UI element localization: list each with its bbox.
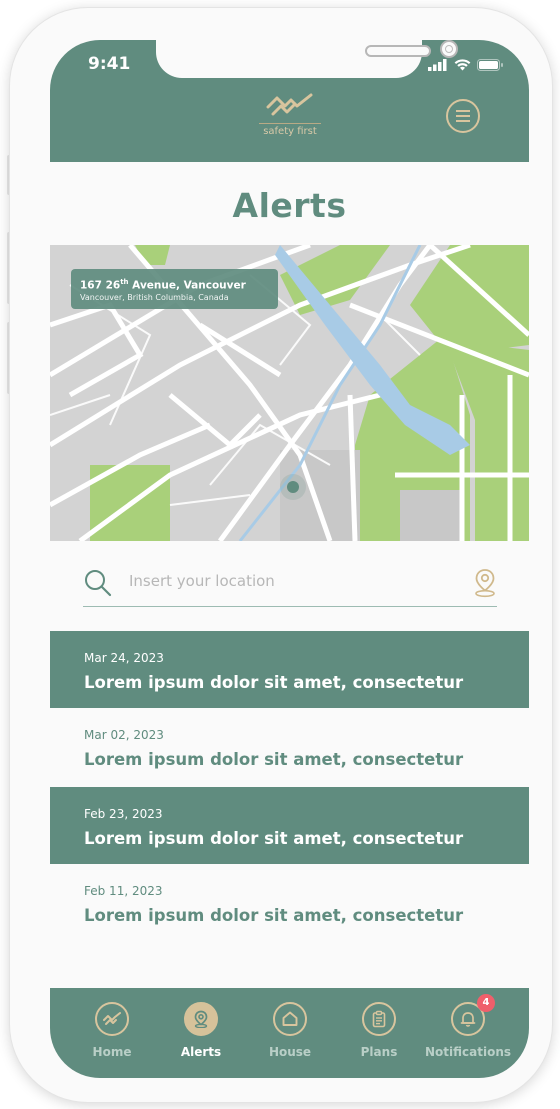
bell-icon	[460, 1012, 476, 1027]
alert-item[interactable]: Mar 24, 2023 Lorem ipsum dolor sit amet,…	[50, 631, 529, 708]
app-logo: safety first	[258, 93, 322, 137]
tab-notifications[interactable]: 4 Notifications	[423, 994, 513, 1059]
signal-icon	[428, 59, 447, 71]
house-icon	[282, 1011, 298, 1026]
page-title: Alerts	[232, 186, 347, 225]
app-screen: 9:41 safety first Alerts 167 26th Avenue…	[50, 40, 529, 1078]
tab-house[interactable]: House	[245, 1002, 335, 1059]
alert-title: Lorem ipsum dolor sit amet, consectetur	[84, 750, 464, 769]
location-search	[83, 564, 497, 607]
status-time: 9:41	[88, 54, 131, 74]
search-icon[interactable]	[83, 568, 113, 598]
alert-date: Feb 11, 2023	[84, 884, 163, 898]
app-header: 9:41 safety first	[50, 40, 529, 162]
pulse-logo-icon	[266, 93, 313, 116]
address-line-2: Vancouver, British Columbia, Canada	[80, 292, 229, 302]
tab-plans[interactable]: Plans	[334, 1002, 424, 1059]
menu-icon	[456, 110, 470, 112]
battery-icon	[477, 59, 503, 71]
alert-date: Feb 23, 2023	[84, 807, 163, 821]
notification-badge: 4	[477, 994, 495, 1012]
map-view[interactable]: 167 26th Avenue, Vancouver Vancouver, Br…	[50, 245, 529, 541]
tab-label: Home	[92, 1045, 132, 1059]
alert-item[interactable]: Feb 11, 2023 Lorem ipsum dolor sit amet,…	[50, 864, 529, 941]
logo-text: safety first	[259, 123, 321, 137]
tab-label: Alerts	[180, 1045, 222, 1059]
speaker	[365, 45, 431, 57]
alert-item[interactable]: Feb 23, 2023 Lorem ipsum dolor sit amet,…	[50, 787, 529, 864]
alert-title: Lorem ipsum dolor sit amet, consectetur	[84, 673, 464, 692]
status-icons	[428, 57, 504, 71]
alert-date: Mar 02, 2023	[84, 728, 164, 742]
tab-label: Notifications	[424, 1045, 512, 1059]
menu-button[interactable]	[446, 99, 480, 133]
location-input[interactable]	[129, 568, 449, 594]
wifi-icon	[454, 59, 471, 71]
tab-label: House	[268, 1045, 312, 1059]
alert-title: Lorem ipsum dolor sit amet, consectetur	[84, 829, 464, 848]
alert-title: Lorem ipsum dolor sit amet, consectetur	[84, 906, 464, 925]
tab-alerts[interactable]: Alerts	[156, 1002, 246, 1059]
tab-label: Plans	[360, 1045, 398, 1059]
bottom-tab-bar: Home Alerts House Plans 4 Notifications	[50, 988, 529, 1078]
address-card: 167 26th Avenue, Vancouver Vancouver, Br…	[71, 269, 278, 309]
address-line-1: 167 26th Avenue, Vancouver	[80, 278, 246, 292]
pulse-icon	[103, 1012, 121, 1025]
alert-item[interactable]: Mar 02, 2023 Lorem ipsum dolor sit amet,…	[50, 708, 529, 785]
front-camera	[440, 40, 458, 58]
notch	[156, 40, 458, 78]
location-pin-icon[interactable]	[473, 568, 497, 598]
location-pin-icon	[194, 1010, 208, 1028]
clipboard-icon	[372, 1010, 386, 1028]
tab-home[interactable]: Home	[67, 1002, 157, 1059]
alert-date: Mar 24, 2023	[84, 651, 164, 665]
